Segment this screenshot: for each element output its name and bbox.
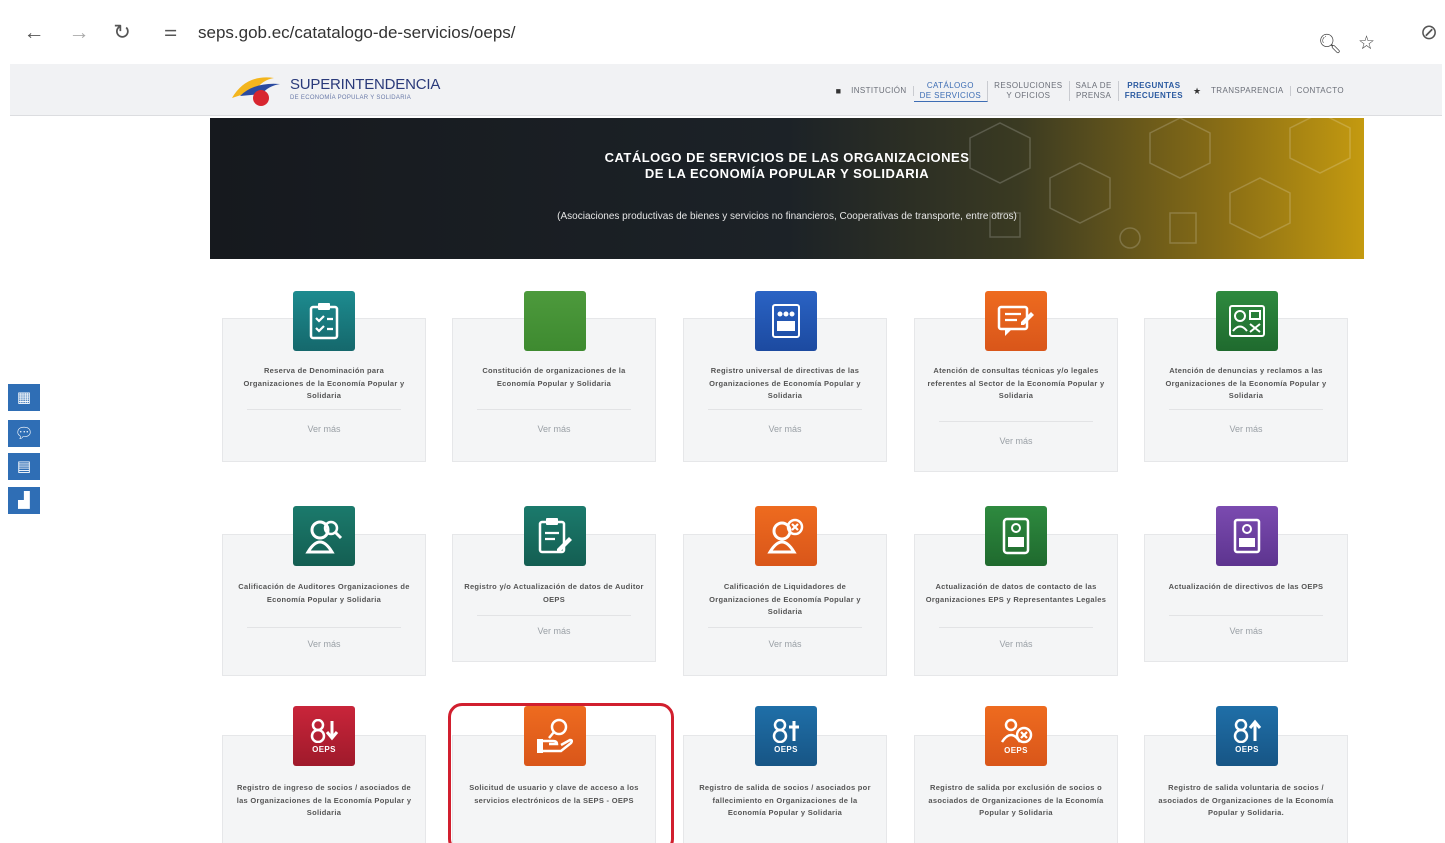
banner-pattern-icon — [969, 118, 1351, 249]
banner-title-line: CATÁLOGO DE SERVICIOS DE LAS ORGANIZACIO… — [604, 150, 970, 165]
seps-logo-icon — [232, 77, 280, 106]
logo-title: SUPERINTENDENCIA — [290, 76, 441, 93]
directive-oeps-icon — [1216, 506, 1278, 566]
nav-label: RESOLUCIONES — [994, 81, 1063, 90]
user-down-oeps-icon: OEPS — [293, 706, 355, 766]
service-card-text: Calificación de Liquidadores de Organiza… — [709, 582, 861, 616]
nav-label: CATÁLOGO — [926, 80, 974, 90]
divider — [247, 409, 401, 410]
oeps-label: OEPS — [1004, 745, 1028, 755]
divider — [939, 627, 1093, 628]
logo-subtitle: DE ECONOMÍA POPULAR Y SOLIDARIA — [290, 95, 412, 101]
divider — [708, 627, 862, 628]
complaint-form-icon — [1216, 291, 1278, 351]
divider — [1169, 409, 1323, 410]
site-settings-icon[interactable]: ⚌ — [164, 22, 177, 40]
forward-arrow-icon[interactable]: → — [66, 20, 92, 46]
zoom-search-icon[interactable]: 🔍︎ — [1318, 32, 1342, 56]
nav-preguntas[interactable]: PREGUNTAS FRECUENTES — [1119, 81, 1189, 101]
ver-mas-link[interactable]: Ver más — [915, 639, 1117, 649]
nav-institucion[interactable]: INSTITUCIÓN — [845, 86, 914, 96]
address-bar[interactable]: ⚌ seps.gob.ec/catatalogo-de-servicios/oe… — [158, 14, 1408, 56]
site-header: SUPERINTENDENCIA DE ECONOMÍA POPULAR Y S… — [10, 64, 1442, 116]
nav-label: TRANSPARENCIA — [1211, 86, 1284, 95]
nav-label: PRENSA — [1075, 91, 1112, 100]
ver-mas-link[interactable]: Ver más — [223, 639, 425, 649]
service-card-text: Atención de denuncias y reclamos a las O… — [1165, 366, 1327, 400]
banner-title-line: DE LA ECONOMÍA POPULAR Y SOLIDARIA — [644, 166, 930, 181]
divider — [247, 627, 401, 628]
ver-mas-link[interactable]: Ver más — [1145, 424, 1347, 434]
user-up-oeps-icon: OEPS — [1216, 706, 1278, 766]
extension-icon[interactable]: ⊘ — [1416, 20, 1442, 46]
browser-toolbar: ← → ↻ ⚌ seps.gob.ec/catatalogo-de-servic… — [0, 0, 1445, 64]
nav-label: SALA DE — [1075, 81, 1112, 90]
ver-mas-link[interactable]: Ver más — [684, 424, 886, 434]
stats-chart-icon[interactable]: ▟ — [8, 487, 40, 514]
nav-contacto[interactable]: CONTACTO — [1291, 86, 1350, 96]
service-card-text: Constitución de organizaciones de la Eco… — [482, 366, 626, 388]
banner-title: CATÁLOGO DE SERVICIOS DE LAS ORGANIZACIO… — [210, 150, 1364, 182]
service-card-text: Reserva de Denominación para Organizacio… — [243, 366, 405, 400]
divider — [939, 421, 1093, 422]
service-card-text: Calificación de Auditores Organizaciones… — [238, 582, 410, 604]
nav-label: PREGUNTAS — [1127, 81, 1181, 90]
nav-transparencia[interactable]: TRANSPARENCIA — [1205, 86, 1291, 96]
service-card-text: Registro de salida por exclusión de soci… — [928, 783, 1104, 817]
ver-mas-link[interactable]: Ver más — [223, 424, 425, 434]
document-icon[interactable]: ▤ — [8, 453, 40, 480]
blank-green-icon — [524, 291, 586, 351]
nav-label: Y OFICIOS — [1006, 91, 1051, 100]
service-card-text: Registro de salida voluntaria de socios … — [1158, 783, 1334, 817]
main-nav: ■ INSTITUCIÓN CATÁLOGO DE SERVICIOS RESOL… — [832, 78, 1350, 104]
clipboard-checklist-icon — [293, 291, 355, 351]
hero-banner: CATÁLOGO DE SERVICIOS DE LAS ORGANIZACIO… — [210, 118, 1364, 259]
chat-document-icon — [985, 291, 1047, 351]
chat-icon[interactable]: 💬︎ — [8, 420, 40, 447]
site-logo[interactable]: SUPERINTENDENCIA DE ECONOMÍA POPULAR Y S… — [228, 68, 448, 110]
back-arrow-icon[interactable]: ← — [21, 20, 47, 46]
service-card-text: Registro universal de directivas de las … — [709, 366, 861, 400]
ver-mas-link[interactable]: Ver más — [453, 424, 655, 434]
nav-label: CONTACTO — [1296, 86, 1344, 95]
star-icon[interactable]: ★ — [1189, 86, 1205, 97]
divider — [477, 615, 631, 616]
contact-oeps-icon — [985, 506, 1047, 566]
ver-mas-link[interactable]: Ver más — [1145, 626, 1347, 636]
nav-label: FRECUENTES — [1124, 91, 1183, 100]
oeps-label: OEPS — [312, 744, 336, 754]
oeps-group-icon — [755, 291, 817, 351]
divider — [1169, 615, 1323, 616]
oeps-label: OEPS — [774, 744, 798, 754]
nav-catalogo[interactable]: CATÁLOGO DE SERVICIOS — [913, 80, 989, 102]
banner-subtitle: (Asociaciones productivas de bienes y se… — [557, 211, 1017, 222]
service-card-text: Actualización de datos de contacto de la… — [925, 582, 1107, 604]
ver-mas-link[interactable]: Ver más — [684, 639, 886, 649]
url-text[interactable]: seps.gob.ec/catatalogo-de-servicios/oeps… — [198, 23, 516, 43]
nav-resoluciones[interactable]: RESOLUCIONES Y OFICIOS — [988, 81, 1070, 101]
clipboard-edit-icon — [524, 506, 586, 566]
divider — [477, 409, 631, 410]
calendar-icon[interactable]: ▦ — [8, 384, 40, 411]
bookmark-star-icon[interactable]: ☆ — [1358, 32, 1375, 55]
service-card-text: Registro de ingreso de socios / asociado… — [236, 783, 412, 817]
reload-icon[interactable]: ↻ — [109, 20, 135, 46]
home-icon[interactable]: ■ — [832, 86, 845, 96]
highlight-outline — [448, 703, 674, 843]
ver-mas-link[interactable]: Ver más — [915, 436, 1117, 446]
service-card-text: Registro de salida de socios / asociados… — [699, 783, 871, 817]
oeps-label: OEPS — [1235, 744, 1259, 754]
service-card-text: Registro y/o Actualización de datos de A… — [464, 582, 644, 604]
nav-label: DE SERVICIOS — [919, 90, 982, 100]
ver-mas-link[interactable]: Ver más — [453, 626, 655, 636]
service-card-text: Atención de consultas técnicas y/o legal… — [927, 366, 1105, 400]
service-card-text: Actualización de directivos de las OEPS — [1168, 582, 1324, 591]
divider — [708, 409, 862, 410]
user-exclude-oeps-icon: OEPS — [985, 706, 1047, 766]
user-remove-icon — [755, 506, 817, 566]
nav-label: INSTITUCIÓN — [851, 86, 907, 95]
user-search-icon — [293, 506, 355, 566]
user-cross-oeps-icon: OEPS — [755, 706, 817, 766]
nav-sala-prensa[interactable]: SALA DE PRENSA — [1070, 81, 1119, 101]
